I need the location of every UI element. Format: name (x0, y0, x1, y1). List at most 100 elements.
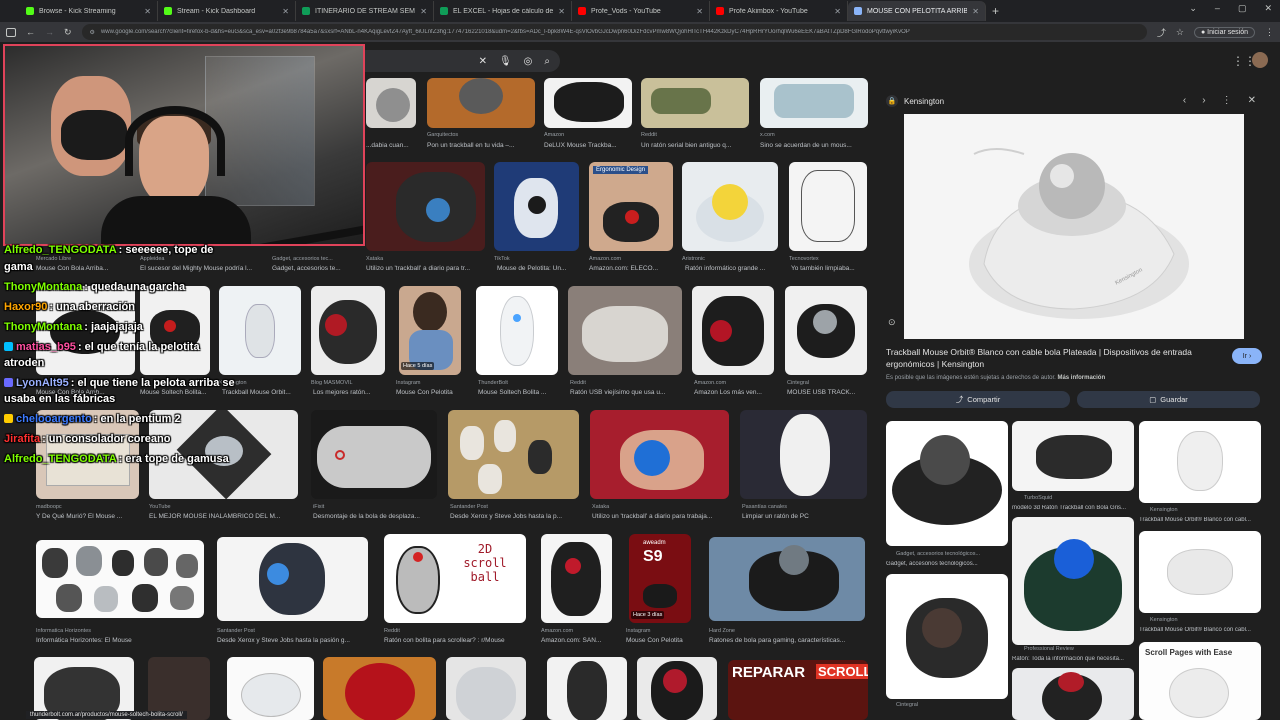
search-box[interactable]: ✕ 🎙 ◎ ⌕ (360, 50, 560, 72)
related-image[interactable] (886, 574, 1008, 699)
more-icon[interactable]: ⋮ (1222, 95, 1232, 106)
result-image[interactable] (637, 657, 717, 720)
search-icon[interactable]: ⌕ (544, 56, 550, 67)
share-button[interactable]: ⤴ Compartir (886, 391, 1070, 408)
preview-title[interactable]: Trackball Mouse Orbit® Blanco con cable … (886, 346, 1226, 370)
result-image[interactable] (366, 78, 416, 128)
chat-username[interactable]: Alfredo_TENGODATA (4, 453, 117, 465)
result-image[interactable] (227, 657, 314, 720)
result-image[interactable] (219, 286, 301, 375)
result-image[interactable]: 2D scroll ball (384, 534, 526, 623)
result-image[interactable] (366, 162, 485, 251)
restore-icon[interactable]: ▢ (1238, 3, 1247, 14)
bookmark-star-icon[interactable]: ☆ (1176, 27, 1184, 38)
result-image[interactable] (641, 78, 749, 128)
chat-username[interactable]: LyonAlt95 (16, 377, 69, 389)
tab-close-icon[interactable]: ✕ (558, 7, 565, 16)
result-caption: Mouse Con Bola Arriba... (36, 265, 109, 272)
result-image[interactable] (476, 286, 558, 375)
sidebar-toggle-icon[interactable] (6, 27, 16, 37)
site-info-icon[interactable]: ⚙ (90, 29, 95, 36)
related-image[interactable] (886, 421, 1008, 546)
lens-icon[interactable]: ⊙ (888, 317, 896, 328)
clear-search-icon[interactable]: ✕ (479, 56, 487, 67)
tab-1[interactable]: Browse - Kick Streaming ✕ (20, 1, 158, 21)
tab-4[interactable]: EL EXCEL - Hojas de cálculo de Google ✕ (434, 1, 572, 21)
tab-close-icon[interactable]: ✕ (696, 7, 703, 16)
related-image[interactable] (1012, 668, 1134, 720)
tab-2[interactable]: Stream - Kick Dashboard ✕ (158, 1, 296, 21)
sign-in-button[interactable]: ● Iniciar sesión (1193, 26, 1255, 38)
tab-close-icon[interactable]: ✕ (834, 7, 841, 16)
chat-username[interactable]: ThonyMontana (4, 281, 82, 293)
related-image[interactable] (1012, 421, 1134, 491)
go-button[interactable]: Ir › (1232, 348, 1262, 364)
avatar[interactable] (1252, 52, 1268, 68)
share-icon[interactable]: ⤴ (1157, 26, 1166, 39)
back-icon[interactable]: ← (26, 27, 35, 37)
menu-icon[interactable]: ⋮ (1265, 27, 1274, 38)
tab-3[interactable]: ITINERARIO DE STREAM SEMANAL ✕ (296, 1, 434, 21)
new-tab-icon[interactable]: + (992, 4, 999, 18)
result-image[interactable] (448, 410, 579, 499)
result-image[interactable] (682, 162, 778, 251)
result-image[interactable] (311, 286, 385, 375)
tab-close-icon[interactable]: ✕ (972, 7, 979, 16)
result-image[interactable] (785, 286, 867, 375)
result-image[interactable] (36, 540, 204, 618)
voice-search-icon[interactable]: 🎙 (499, 56, 512, 67)
related-image[interactable] (1012, 517, 1134, 645)
result-image[interactable] (323, 657, 436, 720)
result-image[interactable] (544, 78, 632, 128)
result-image[interactable] (709, 537, 865, 621)
result-image[interactable] (547, 657, 627, 720)
result-image[interactable] (590, 410, 729, 499)
tab-7[interactable]: MOUSE CON PELOTITA ARRIBA ✕ (848, 1, 986, 21)
save-button[interactable]: ▢ Guardar (1077, 391, 1260, 408)
close-icon[interactable]: ✕ (1248, 95, 1256, 106)
related-image[interactable] (1139, 531, 1261, 613)
result-image[interactable] (740, 410, 867, 499)
result-image[interactable] (140, 286, 210, 375)
result-image[interactable] (789, 162, 867, 251)
result-image[interactable]: Ergonomic Design (589, 162, 673, 251)
tab-6[interactable]: Profe Akimbox - YouTube ✕ (710, 1, 848, 21)
related-image[interactable]: Scroll Pages with Ease (1139, 642, 1261, 720)
result-caption: Gadget, accesorios te... (272, 265, 341, 272)
tab-search-icon[interactable]: ⌄ (1189, 3, 1197, 14)
result-image[interactable] (311, 410, 437, 499)
result-image[interactable] (427, 78, 535, 128)
result-image[interactable] (568, 286, 682, 375)
result-image[interactable]: aweadm S9 Hace 3 días (629, 534, 691, 623)
result-image[interactable] (217, 537, 368, 621)
next-icon[interactable]: › (1202, 95, 1205, 106)
minimize-icon[interactable]: – (1215, 3, 1220, 14)
chat-username[interactable]: Alfredo_TENGODATA (4, 244, 117, 256)
result-image[interactable] (494, 162, 579, 251)
result-image[interactable] (760, 78, 868, 128)
preview-image[interactable]: Kensington (904, 114, 1244, 339)
result-image[interactable]: REPARAR SCROLL (728, 660, 868, 720)
more-info-link[interactable]: Más información (1057, 375, 1105, 381)
reload-icon[interactable]: ↻ (64, 27, 72, 38)
lens-search-icon[interactable]: ◎ (524, 56, 533, 67)
address-bar[interactable]: ⚙ www.google.com/search?client=firefox-b… (81, 24, 1147, 40)
tab-close-icon[interactable]: ✕ (144, 7, 151, 16)
result-image[interactable]: Hace 5 días (399, 286, 461, 375)
related-image[interactable] (1139, 421, 1261, 503)
result-image[interactable] (541, 534, 612, 623)
chat-username[interactable]: chelooargento (16, 413, 92, 425)
chat-username[interactable]: matias_b95 (16, 341, 76, 353)
tab-close-icon[interactable]: ✕ (282, 7, 289, 16)
result-image[interactable] (692, 286, 774, 375)
result-image[interactable] (446, 657, 526, 720)
chat-username[interactable]: ThonyMontana (4, 321, 82, 333)
panel-source[interactable]: Kensington (904, 97, 944, 106)
chat-username[interactable]: Haxor90 (4, 301, 47, 313)
tab-close-icon[interactable]: ✕ (420, 7, 427, 16)
close-window-icon[interactable]: ✕ (1264, 3, 1272, 14)
forward-icon[interactable]: → (45, 27, 54, 37)
chat-username[interactable]: Jirafita (4, 433, 40, 445)
previous-icon[interactable]: ‹ (1183, 95, 1186, 106)
tab-5[interactable]: Profe_Vods - YouTube ✕ (572, 1, 710, 21)
